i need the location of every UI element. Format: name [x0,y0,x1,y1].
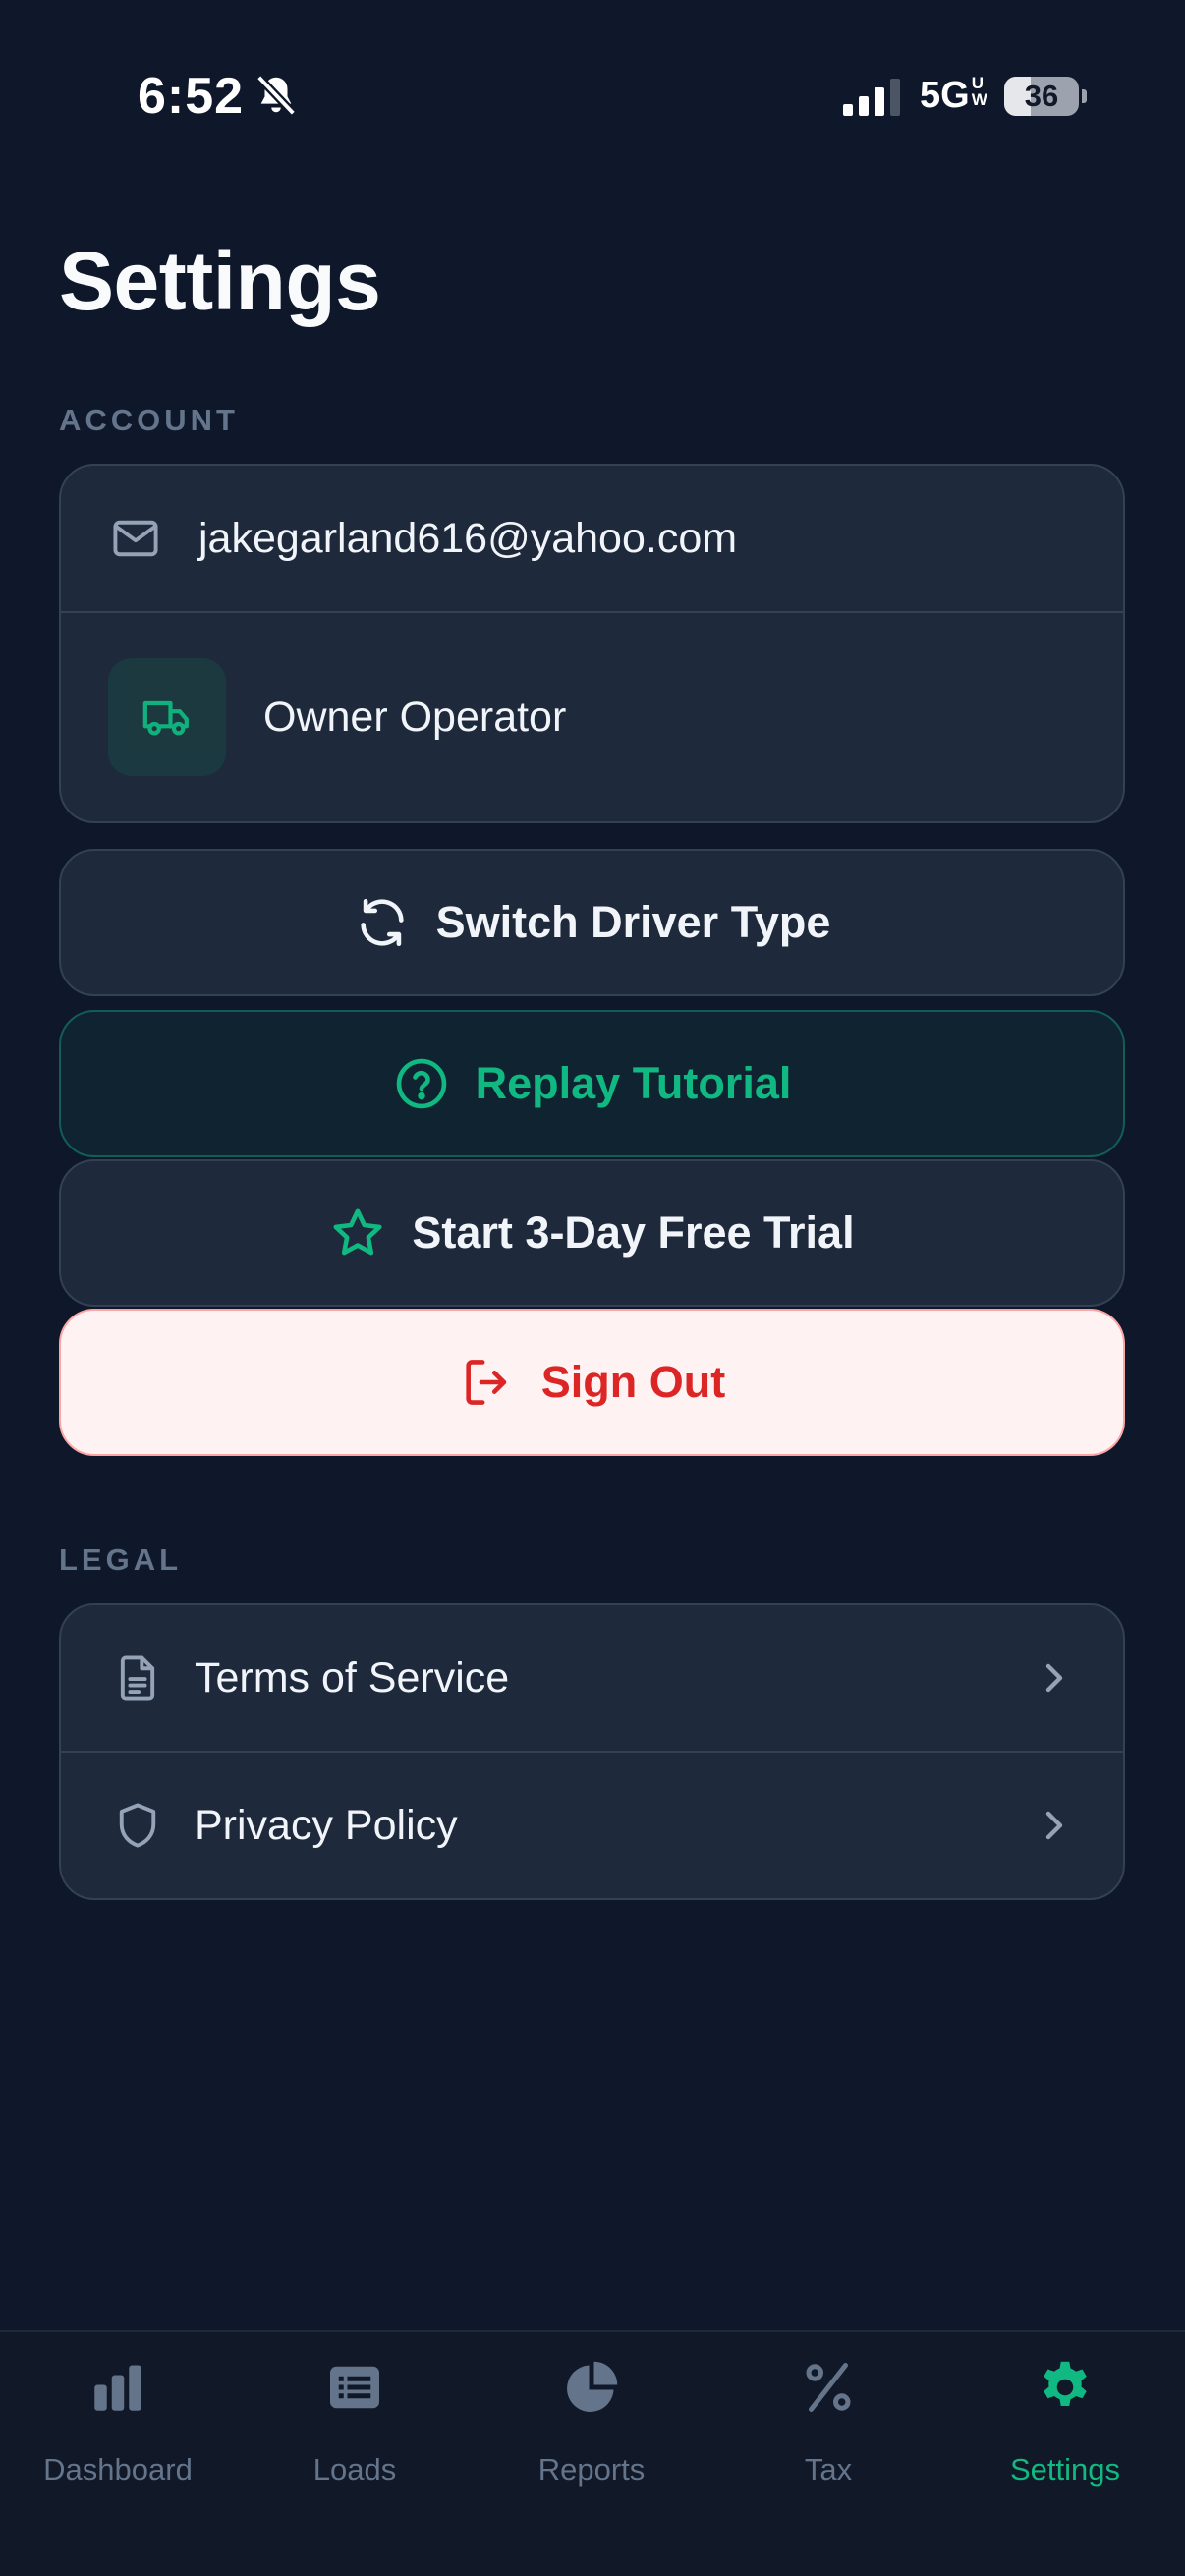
switch-driver-type-button[interactable]: Switch Driver Type [59,849,1125,996]
driver-type-row: Owner Operator [61,611,1123,821]
tab-dashboard[interactable]: Dashboard [0,2358,236,2505]
shield-icon [119,1803,156,1848]
replay-tutorial-button[interactable]: Replay Tutorial [59,1010,1125,1157]
gear-icon [1044,2361,1087,2406]
tab-tax-label: Tax [804,2452,853,2487]
mail-icon [113,520,158,557]
free-trial-button[interactable]: Start 3-Day Free Trial [59,1159,1125,1307]
truck-icon [142,700,189,736]
terms-of-service-label: Terms of Service [195,1653,510,1702]
refresh-icon [360,898,404,947]
pie-chart-icon [567,2361,618,2412]
tab-loads-label: Loads [312,2452,397,2487]
switch-driver-type-label: Switch Driver Type [435,897,831,947]
terms-of-service-row[interactable]: Terms of Service [61,1605,1123,1751]
tab-settings-label: Settings [1009,2452,1120,2487]
status-time: 6:52 [138,68,245,125]
network-label: 5G UW [920,75,991,117]
driver-type-label: Owner Operator [263,693,567,741]
help-circle-icon [396,1058,446,1109]
page-title: Settings [59,235,381,327]
sign-out-label: Sign Out [540,1357,726,1407]
tab-loads[interactable]: Loads [237,2358,473,2505]
tab-tax[interactable]: Tax [710,2358,946,2505]
list-icon [330,2366,379,2409]
legal-card: Terms of Service Privacy Policy [59,1603,1125,1900]
bell-muted-icon [255,74,297,117]
battery-level: 36 [1024,79,1059,113]
percent-icon [806,2363,851,2412]
privacy-policy-row[interactable]: Privacy Policy [61,1751,1123,1898]
email-row: jakegarland616@yahoo.com [61,466,1123,611]
document-icon [120,1655,155,1701]
free-trial-label: Start 3-Day Free Trial [412,1207,855,1258]
bar-chart-icon [94,2365,141,2411]
logout-icon [466,1360,506,1405]
chevron-right-icon [1045,1811,1063,1840]
settings-screen: 6:52 5G UW 36 Settings ACCOUNT jakegarla… [0,0,1185,2576]
tab-reports[interactable]: Reports [474,2358,709,2505]
privacy-policy-label: Privacy Policy [195,1801,458,1849]
battery-icon: 36 [1004,77,1087,116]
account-section-label: ACCOUNT [59,403,239,437]
tab-bar: Dashboard Loads Reports Tax Settings [0,2330,1185,2576]
replay-tutorial-label: Replay Tutorial [475,1058,792,1108]
star-icon [333,1208,382,1256]
tab-reports-label: Reports [537,2452,646,2487]
tab-settings[interactable]: Settings [947,2358,1183,2505]
network-sup: UW [971,74,988,109]
signal-icon [843,79,900,116]
account-card: jakegarland616@yahoo.com Owner Operator [59,464,1125,823]
legal-section-label: LEGAL [59,1542,183,1577]
tab-dashboard-label: Dashboard [43,2452,193,2487]
truck-icon-badge [108,658,226,776]
sign-out-button[interactable]: Sign Out [59,1309,1125,1456]
status-bar: 6:52 5G UW 36 [0,0,1185,196]
chevron-right-icon [1045,1663,1063,1693]
account-email: jakegarland616@yahoo.com [198,514,738,562]
